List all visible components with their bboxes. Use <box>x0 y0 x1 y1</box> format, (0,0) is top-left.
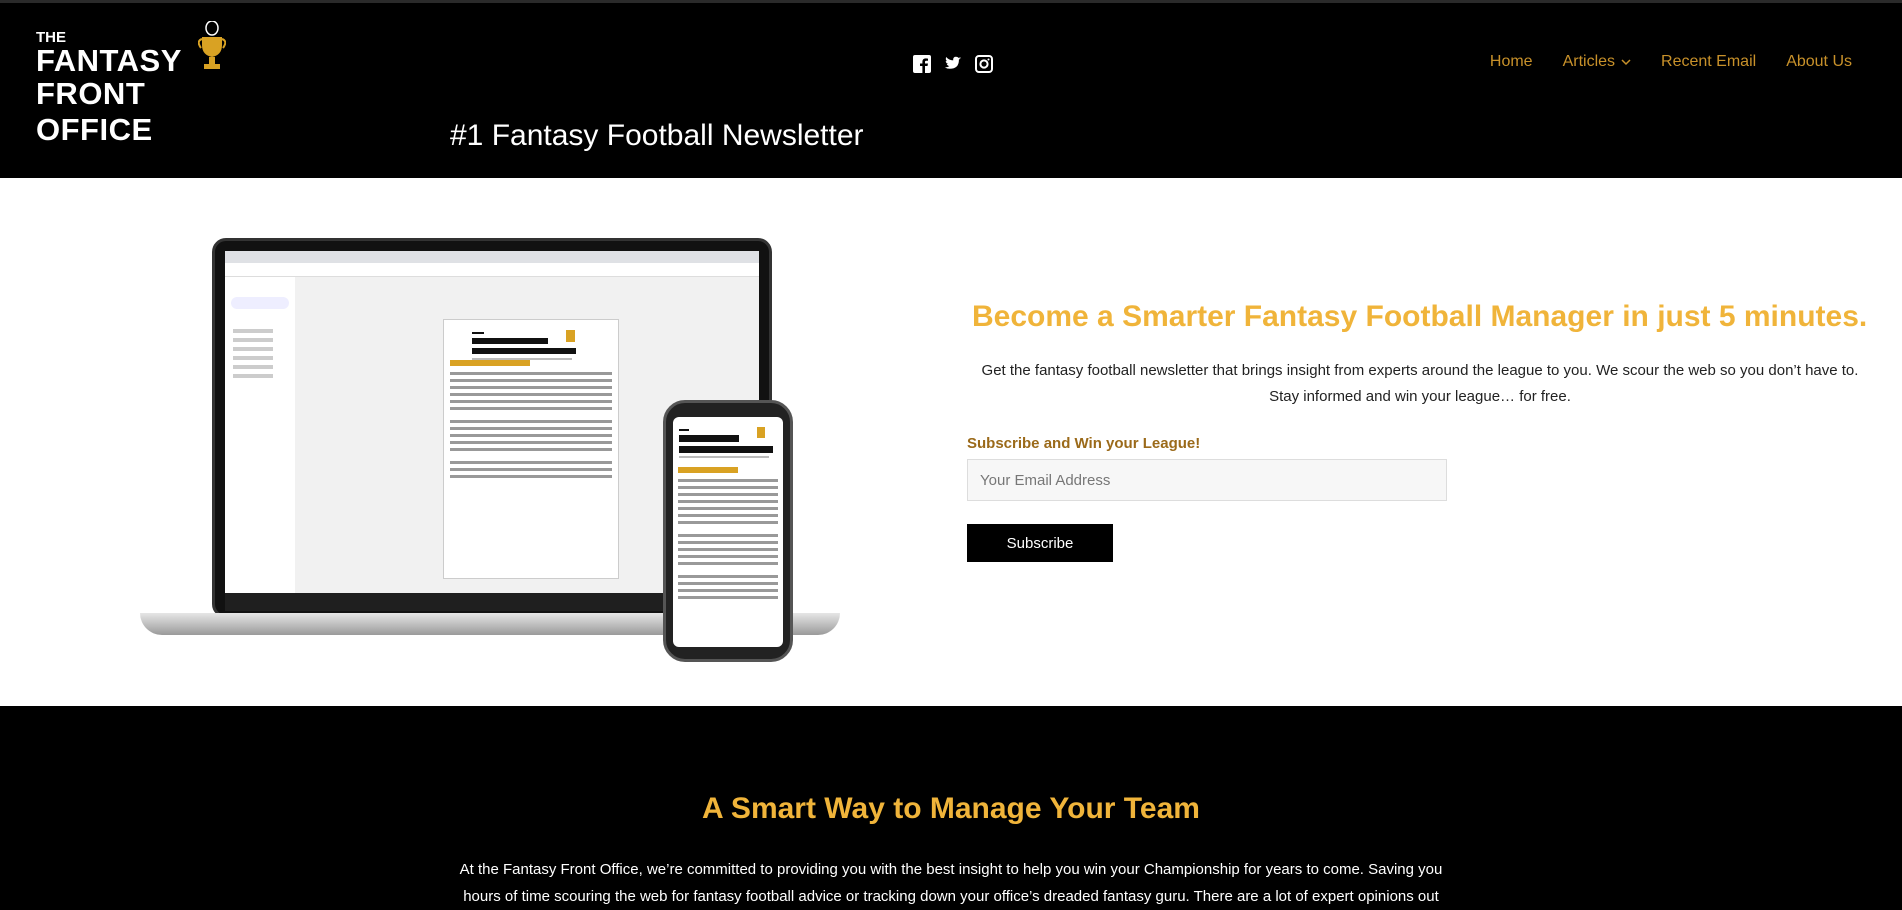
browser-tab-bar <box>225 251 759 263</box>
email-input[interactable] <box>967 459 1447 501</box>
about-section: A Smart Way to Manage Your Team At the F… <box>0 706 1902 908</box>
nav-articles[interactable]: Articles <box>1563 53 1631 71</box>
browser-url-bar <box>225 263 759 277</box>
section-paragraph: At the Fantasy Front Office, we’re commi… <box>459 861 1443 905</box>
main-nav: Home Articles Recent Email About Us <box>1490 53 1852 71</box>
nav-home-label: Home <box>1489 53 1533 70</box>
newsletter-logo-image <box>472 330 576 360</box>
nav-about-us[interactable]: About Us <box>1786 53 1852 71</box>
hero-heading: Become a Smarter Fantasy Football Manage… <box>972 300 1868 333</box>
twitter-icon[interactable] <box>944 55 962 73</box>
newsletter-preview <box>443 319 619 579</box>
instagram-icon[interactable] <box>975 55 993 73</box>
subscribe-label: Subscribe and Win your League! <box>967 435 1201 452</box>
facebook-icon[interactable] <box>913 55 931 73</box>
nav-recent-email[interactable]: Recent Email <box>1661 53 1756 71</box>
trophy-icon <box>198 21 226 69</box>
nav-articles-label: Articles <box>1562 53 1616 70</box>
hero-subdescription: Stay informed and win your league… for f… <box>1269 388 1571 405</box>
site-tagline: #1 Fantasy Football Newsletter <box>450 119 864 152</box>
section-heading: A Smart Way to Manage Your Team <box>702 792 1200 825</box>
subscribe-button[interactable]: Subscribe <box>967 524 1113 562</box>
hero-section: Become a Smarter Fantasy Football Manage… <box>0 178 1902 706</box>
social-links <box>913 55 993 73</box>
phone-newsletter-logo-image <box>679 427 773 458</box>
site-header: THE FANTASY FRONT OFFICE #1 Fantasy Foot… <box>0 3 1902 178</box>
chevron-down-icon <box>1621 58 1631 65</box>
logo-fantasy: FANTASY <box>36 43 182 78</box>
gmail-sidebar <box>225 277 295 611</box>
site-logo[interactable]: THE FANTASY FRONT OFFICE <box>36 21 266 147</box>
nav-home[interactable]: Home <box>1490 53 1533 71</box>
nav-about-label: About Us <box>1786 53 1852 70</box>
nav-recent-email-label: Recent Email <box>1661 53 1757 70</box>
device-mockup-image <box>140 238 840 662</box>
logo-front-office: FRONT OFFICE <box>36 76 153 147</box>
phone-mockup <box>663 400 793 662</box>
hero-description: Get the fantasy football newsletter that… <box>981 362 1859 379</box>
phone-display <box>673 417 783 647</box>
